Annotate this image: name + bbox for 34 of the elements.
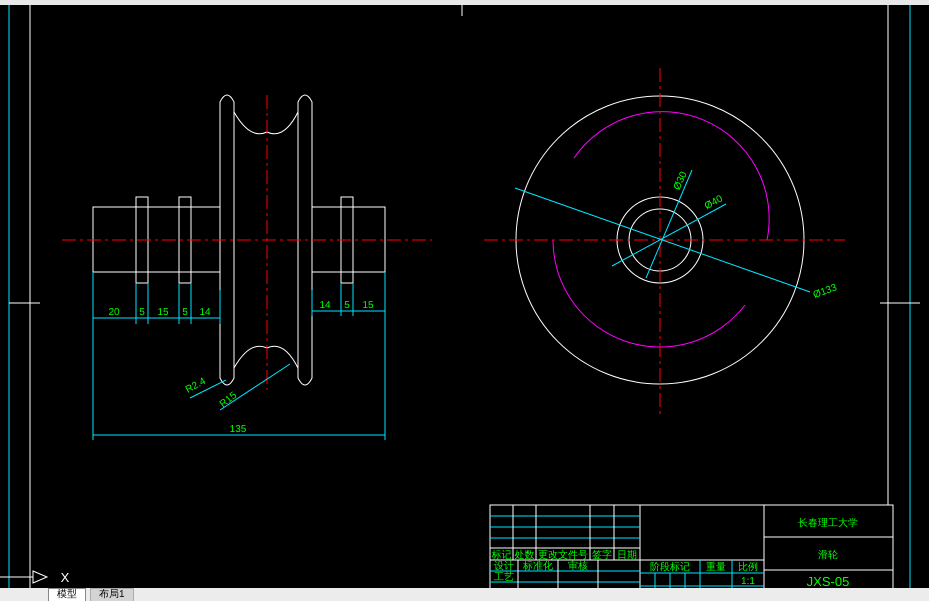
title-block-label: 比例	[738, 562, 758, 573]
layout-tab[interactable]: 布局1	[90, 588, 134, 601]
title-block-label: 日期	[617, 550, 637, 561]
title-block-label: 更改文件号	[538, 550, 588, 561]
dimension-text: 14	[319, 300, 331, 311]
dimension-text: 14	[199, 307, 211, 318]
dimension-text: 5	[182, 307, 188, 318]
title-block-label: 签字	[592, 550, 612, 561]
dimension-text: 15	[362, 300, 374, 311]
title-block-label: 标准化	[523, 561, 553, 572]
title-block-label: 审核	[568, 561, 588, 572]
dimension-text: 20	[108, 307, 120, 318]
title-block-label: 设计	[494, 561, 514, 572]
dimension-text: Ø40	[702, 194, 725, 212]
dimension-text: 135	[230, 424, 246, 435]
title-block-label: 处数	[514, 550, 534, 561]
part-name: 滑轮	[818, 550, 838, 561]
title-block-label: 阶段标记	[650, 562, 690, 573]
dimension-text: 5	[139, 307, 145, 318]
dimension-text: R15	[218, 390, 240, 410]
scale-value: 1:1	[741, 576, 755, 587]
ucs-axis-icon	[0, 570, 48, 584]
school-name: 长春理工大学	[798, 518, 858, 529]
dimension-text: Ø30	[672, 170, 690, 192]
dimension-text: Ø133	[812, 282, 839, 301]
title-block-label: 重量	[706, 562, 726, 573]
title-block-label: 标记	[492, 550, 512, 561]
layout-tab[interactable]: 模型	[48, 588, 86, 601]
dimension-text: R2.4	[184, 376, 208, 396]
dimension-text: 15	[157, 307, 169, 318]
title-block-label: 工艺	[494, 572, 514, 583]
ucs-axis-label: X	[60, 570, 70, 585]
dimension-text: 5	[344, 300, 350, 311]
drawing-number: JXS-05	[806, 574, 850, 588]
